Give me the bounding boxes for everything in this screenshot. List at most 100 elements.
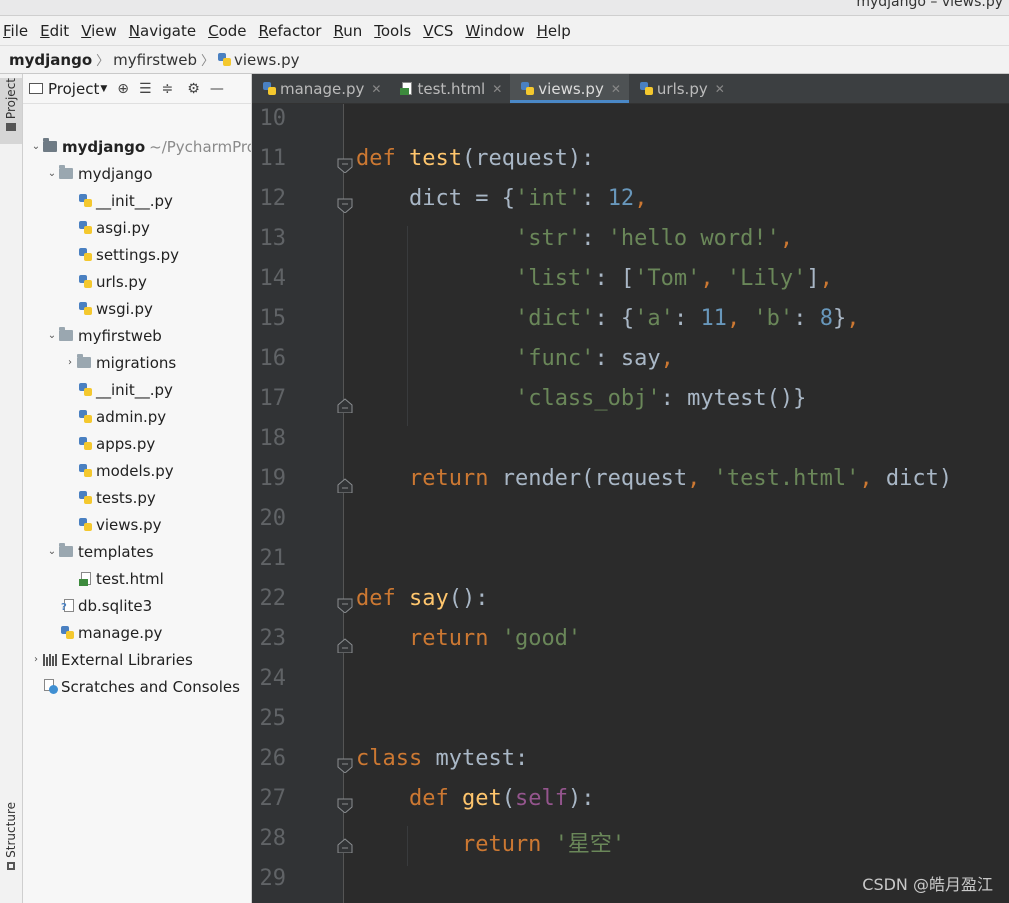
fold-collapse-icon[interactable] bbox=[337, 158, 353, 173]
code-line[interactable]: 'dict': {'a': 11, 'b': 8}, bbox=[356, 306, 859, 331]
menu-code[interactable]: Code bbox=[208, 22, 246, 40]
code-editor[interactable]: 10 11 12 13 14 15 16 17 18 19 20 21 22 23 24 25 26 27 28 29… bbox=[252, 104, 1009, 903]
tree-item-apps-py[interactable]: apps.py bbox=[79, 430, 155, 457]
chevron-down-icon[interactable]: ⌄ bbox=[45, 546, 59, 557]
line-number: 20 bbox=[259, 506, 287, 531]
code-line[interactable]: 'str': 'hello word!', bbox=[356, 226, 793, 251]
code-line[interactable]: 'class_obj': mytest()} bbox=[356, 386, 806, 411]
breadcrumb-file[interactable]: views.py bbox=[234, 51, 300, 69]
tree-item-init-py[interactable]: __init__.py bbox=[79, 376, 173, 403]
tree-item-views-py[interactable]: views.py bbox=[79, 511, 162, 538]
tree-item-db-sqlite3[interactable]: ? db.sqlite3 bbox=[61, 592, 152, 619]
tree-item-manage-py[interactable]: manage.py bbox=[61, 619, 162, 646]
chevron-down-icon[interactable]: ⌄ bbox=[45, 330, 59, 341]
fold-collapse-icon[interactable] bbox=[337, 598, 353, 613]
code-token: say bbox=[408, 586, 449, 611]
close-icon[interactable]: ✕ bbox=[371, 82, 381, 96]
menu-tools[interactable]: Tools bbox=[374, 22, 411, 40]
code-token: def bbox=[356, 586, 409, 611]
python-file-icon bbox=[639, 82, 653, 95]
code-token: : bbox=[793, 306, 820, 331]
code-line[interactable]: return 'good' bbox=[356, 626, 581, 651]
tree-item-test-html[interactable]: test.html bbox=[79, 565, 164, 592]
editor-tab-views[interactable]: views.py ✕ bbox=[510, 74, 629, 103]
close-icon[interactable]: ✕ bbox=[715, 82, 725, 96]
code-line[interactable]: dict = {'int': 12, bbox=[356, 186, 647, 211]
breadcrumb-project[interactable]: mydjango bbox=[9, 51, 92, 69]
python-file-icon bbox=[218, 53, 231, 66]
folder-icon bbox=[43, 138, 57, 152]
menu-vcs[interactable]: VCS bbox=[423, 22, 453, 40]
line-number: 12 bbox=[259, 186, 287, 211]
code-token: return bbox=[356, 466, 502, 491]
structure-tool-tab[interactable]: Structure bbox=[0, 802, 22, 902]
editor-tab-urls[interactable]: urls.py ✕ bbox=[629, 74, 733, 103]
code-token: : [ bbox=[594, 266, 635, 291]
tree-item-urls-py[interactable]: urls.py bbox=[79, 268, 147, 295]
menu-edit[interactable]: Edit bbox=[40, 22, 69, 40]
expand-all-icon[interactable]: ☰ bbox=[139, 81, 152, 97]
menu-refactor[interactable]: Refactor bbox=[259, 22, 322, 40]
fold-collapse-icon[interactable] bbox=[337, 198, 353, 213]
tree-item-templates[interactable]: ⌄ templates bbox=[45, 538, 154, 565]
editor-tab-bar: manage.py ✕ test.html ✕ views.py ✕ urls.… bbox=[252, 74, 1009, 104]
gear-icon[interactable]: ⚙ bbox=[187, 81, 200, 97]
editor-tab-label: urls.py bbox=[656, 79, 708, 98]
fold-end-icon[interactable] bbox=[337, 478, 353, 493]
code-line[interactable]: 'func': say, bbox=[356, 346, 674, 371]
tree-item-init-py[interactable]: __init__.py bbox=[79, 187, 173, 214]
menu-navigate[interactable]: Navigate bbox=[129, 22, 196, 40]
collapse-all-icon[interactable]: ≑ bbox=[162, 81, 174, 97]
project-tool-tab[interactable]: Project bbox=[0, 78, 22, 144]
tree-item-tests-py[interactable]: tests.py bbox=[79, 484, 156, 511]
tree-item-admin-py[interactable]: admin.py bbox=[79, 403, 166, 430]
tree-item-asgi-py[interactable]: asgi.py bbox=[79, 214, 150, 241]
code-line[interactable]: def test(request): bbox=[356, 146, 594, 171]
project-view-selector[interactable]: Project bbox=[48, 80, 99, 98]
chevron-right-icon[interactable]: › bbox=[29, 654, 43, 665]
python-file-icon bbox=[263, 82, 276, 95]
code-token: render(request bbox=[501, 466, 688, 491]
tree-item-settings-py[interactable]: settings.py bbox=[79, 241, 179, 268]
tree-item-external-libraries[interactable]: › External Libraries bbox=[29, 646, 193, 673]
editor-tab-manage[interactable]: manage.py ✕ bbox=[252, 74, 389, 103]
tree-item-wsgi-py[interactable]: wsgi.py bbox=[79, 295, 153, 322]
hide-panel-icon[interactable]: — bbox=[210, 81, 224, 97]
tree-item-migrations[interactable]: › migrations bbox=[63, 349, 176, 376]
tree-item-myfirstweb[interactable]: ⌄ myfirstweb bbox=[45, 322, 162, 349]
menu-help[interactable]: Help bbox=[537, 22, 571, 40]
code-line[interactable]: class mytest: bbox=[356, 746, 528, 771]
code-line[interactable]: return '星空' bbox=[356, 826, 625, 858]
editor-tab-test-html[interactable]: test.html ✕ bbox=[389, 74, 510, 103]
tree-item-mydjango[interactable]: ⌄ mydjango ~/PycharmProj bbox=[29, 133, 251, 160]
code-token: 'list' bbox=[514, 266, 595, 291]
breadcrumb-folder[interactable]: myfirstweb bbox=[113, 51, 197, 69]
close-icon[interactable]: ✕ bbox=[611, 82, 621, 96]
fold-collapse-icon[interactable] bbox=[337, 798, 353, 813]
code-line[interactable]: def say(): bbox=[356, 586, 488, 611]
chevron-down-icon[interactable]: ⌄ bbox=[45, 168, 59, 179]
menu-view[interactable]: View bbox=[81, 22, 117, 40]
tree-item-mydjango[interactable]: ⌄ mydjango bbox=[45, 160, 153, 187]
menu-window[interactable]: Window bbox=[465, 22, 524, 40]
fold-end-icon[interactable] bbox=[337, 838, 353, 853]
code-line[interactable]: return render(request, 'test.html', dict… bbox=[356, 466, 952, 491]
menu-file[interactable]: File bbox=[3, 22, 28, 40]
chevron-down-icon[interactable]: ▼ bbox=[100, 84, 107, 94]
code-line[interactable]: 'list': ['Tom', 'Lily'], bbox=[356, 266, 833, 291]
tree-item-models-py[interactable]: models.py bbox=[79, 457, 174, 484]
close-icon[interactable]: ✕ bbox=[492, 82, 502, 96]
fold-end-icon[interactable] bbox=[337, 398, 353, 413]
tree-item-label: tests.py bbox=[96, 488, 156, 507]
menu-run[interactable]: Run bbox=[333, 22, 362, 40]
chevron-right-icon[interactable]: › bbox=[63, 357, 77, 368]
code-token: dict) bbox=[885, 466, 953, 491]
tree-item-scratches-and-consoles[interactable]: Scratches and Consoles bbox=[43, 673, 240, 700]
code-line[interactable]: def get(self): bbox=[356, 786, 594, 811]
fold-collapse-icon[interactable] bbox=[337, 758, 353, 773]
locate-file-icon[interactable]: ⊕ bbox=[117, 81, 129, 97]
fold-end-icon[interactable] bbox=[337, 638, 353, 653]
chevron-down-icon[interactable]: ⌄ bbox=[29, 141, 43, 152]
